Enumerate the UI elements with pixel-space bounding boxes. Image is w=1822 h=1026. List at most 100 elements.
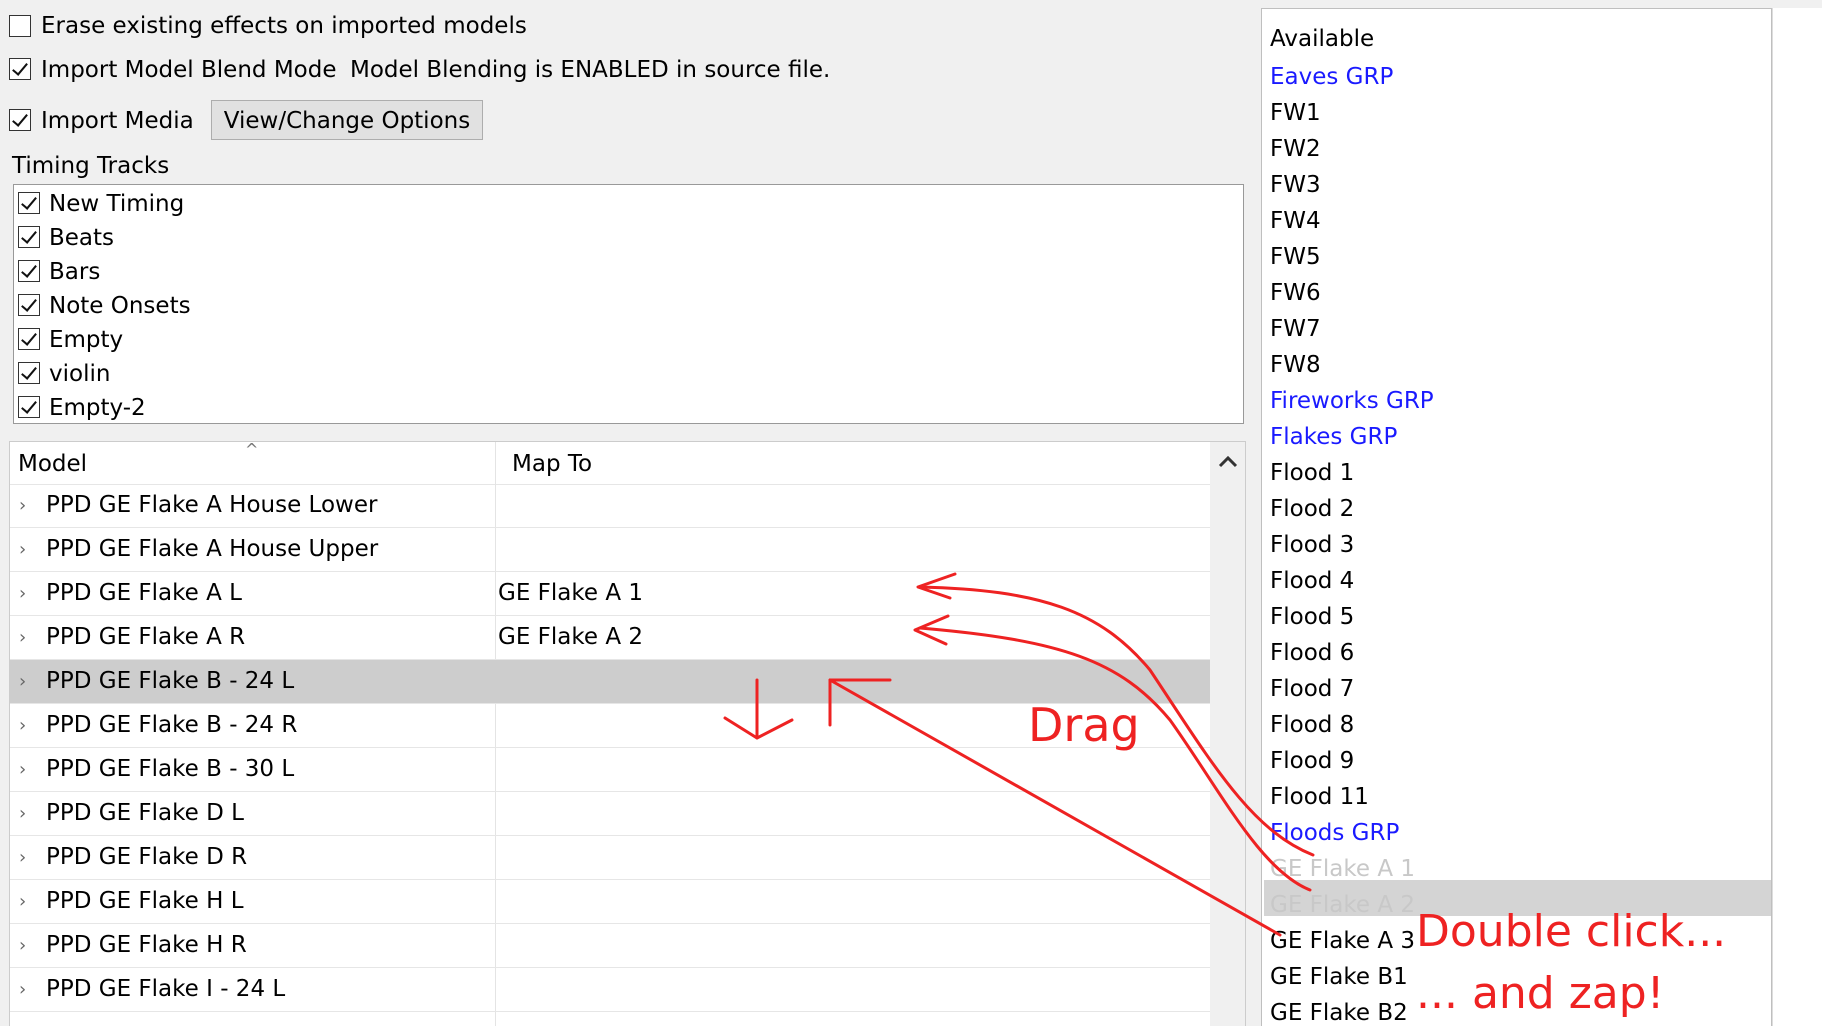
available-model-item[interactable]: Flood 3 (1270, 527, 1354, 563)
sort-ascending-icon: ^ (245, 441, 259, 459)
available-model-item[interactable]: FW7 (1270, 311, 1321, 347)
erase-effects-checkbox[interactable] (9, 15, 31, 37)
timing-track-checkbox[interactable] (18, 294, 40, 316)
grid-row[interactable]: › PPD GE Flake H R (10, 924, 1210, 968)
available-model-item[interactable]: Flood 9 (1270, 743, 1354, 779)
grid-row[interactable]: › PPD GE Flake H L (10, 880, 1210, 924)
available-model-item[interactable]: FW5 (1270, 239, 1321, 275)
map-to-cell[interactable]: GE Flake A 2 (498, 624, 643, 650)
available-model-item[interactable]: FW2 (1270, 131, 1321, 167)
timing-track-checkbox[interactable] (18, 192, 40, 214)
available-model-item[interactable]: Flood 6 (1270, 635, 1354, 671)
model-cell: PPD GE Flake A House Upper (46, 536, 379, 562)
available-model-item[interactable]: Flood 7 (1270, 671, 1354, 707)
model-cell: PPD GE Flake B - 30 L (46, 756, 295, 782)
expand-chevron-icon[interactable]: › (19, 715, 26, 736)
expand-chevron-icon[interactable]: › (19, 495, 26, 516)
expand-chevron-icon[interactable]: › (19, 583, 26, 604)
map-to-column-title: Map To (512, 451, 593, 477)
model-cell: PPD GE Flake A R (46, 624, 246, 650)
timing-track-label: Empty-2 (49, 395, 146, 421)
model-cell: PPD GE Flake H L (46, 888, 244, 914)
drag-annotation: Drag (1028, 698, 1140, 752)
available-model-item[interactable]: Flood 2 (1270, 491, 1354, 527)
available-group-item[interactable]: Flakes GRP (1270, 419, 1397, 455)
import-media-checkbox[interactable] (9, 109, 31, 131)
timing-track-label: Note Onsets (49, 293, 191, 319)
available-model-item[interactable]: Flood 4 (1270, 563, 1354, 599)
grid-row[interactable]: › PPD GE Flake D L (10, 792, 1210, 836)
timing-track-checkbox[interactable] (18, 328, 40, 350)
expand-chevron-icon[interactable]: › (19, 671, 26, 692)
timing-track-label: Beats (49, 225, 115, 251)
available-model-item[interactable]: FW3 (1270, 167, 1321, 203)
model-cell: PPD GE Flake B - 24 R (46, 712, 298, 738)
available-model-item[interactable]: GE Flake A 3 (1270, 923, 1415, 959)
double-click-annotation: Double click... (1416, 906, 1727, 957)
available-model-item[interactable]: FW8 (1270, 347, 1321, 383)
timing-track-checkbox[interactable] (18, 260, 40, 282)
timing-track-label: Bars (49, 259, 101, 285)
available-model-item[interactable]: Flood 11 (1270, 779, 1369, 815)
available-model-item[interactable]: GE Flake B1 (1270, 959, 1408, 995)
timing-tracks-list: New Timing Beats Bars Note Onsets Empty … (13, 184, 1244, 424)
grid-row[interactable]: › PPD GE Flake I - 24 L (10, 968, 1210, 1012)
grid-row[interactable]: › PPD GE Flake A R GE Flake A 2 (10, 616, 1210, 660)
expand-chevron-icon[interactable]: › (19, 803, 26, 824)
timing-track-label: Empty (49, 327, 124, 353)
expand-chevron-icon[interactable]: › (19, 935, 26, 956)
timing-track-checkbox[interactable] (18, 362, 40, 384)
available-list-margin (1772, 8, 1822, 1026)
grid-row[interactable]: › PPD GE Flake A House Upper (10, 528, 1210, 572)
available-model-item[interactable]: Flood 8 (1270, 707, 1354, 743)
grid-row[interactable]: › PPD GE Flake A L GE Flake A 1 (10, 572, 1210, 616)
timing-track-checkbox[interactable] (18, 226, 40, 248)
expand-chevron-icon[interactable]: › (19, 627, 26, 648)
scroll-up-icon[interactable] (1210, 446, 1246, 476)
import-blend-mode-checkbox[interactable] (9, 58, 31, 80)
model-cell: PPD GE Flake A L (46, 580, 242, 606)
map-to-column-header[interactable]: Map To (496, 442, 1210, 485)
available-group-item[interactable]: Floods GRP (1270, 815, 1399, 851)
expand-chevron-icon[interactable]: › (19, 759, 26, 780)
timing-tracks-title: Timing Tracks (12, 153, 170, 179)
available-list-header: Available (1270, 26, 1375, 52)
grid-vertical-scrollbar[interactable] (1210, 442, 1246, 1026)
timing-track-checkbox[interactable] (18, 396, 40, 418)
model-cell: PPD GE Flake D L (46, 800, 244, 826)
zap-annotation: ... and zap! (1416, 968, 1665, 1019)
grid-row[interactable]: › PPD GE Flake A House Lower (10, 484, 1210, 528)
available-model-item[interactable]: FW4 (1270, 203, 1321, 239)
available-model-item[interactable]: Flood 5 (1270, 599, 1354, 635)
model-column-header[interactable]: Model ^ (10, 442, 495, 485)
view-change-options-button[interactable]: View/Change Options (211, 100, 483, 140)
model-column-title: Model (18, 451, 88, 477)
timing-track-label: New Timing (49, 191, 185, 217)
grid-row[interactable]: › PPD GE Flake B - 30 L (10, 748, 1210, 792)
available-model-item[interactable]: Flood 1 (1270, 455, 1354, 491)
map-to-cell[interactable]: GE Flake A 1 (498, 580, 643, 606)
available-used-item[interactable]: GE Flake A 2 (1270, 887, 1415, 923)
import-media-label: Import Media (41, 108, 194, 134)
model-cell: PPD GE Flake D R (46, 844, 248, 870)
timing-track-label: violin (49, 361, 111, 387)
model-cell: PPD GE Flake H R (46, 932, 247, 958)
model-cell: PPD GE Flake B - 24 L (46, 668, 295, 694)
available-used-item[interactable]: GE Flake A 1 (1270, 851, 1415, 887)
available-model-item[interactable]: FW6 (1270, 275, 1321, 311)
erase-effects-label: Erase existing effects on imported model… (41, 13, 527, 39)
expand-chevron-icon[interactable]: › (19, 847, 26, 868)
grid-row[interactable]: › PPD GE Flake D R (10, 836, 1210, 880)
model-cell: PPD GE Flake A House Lower (46, 492, 378, 518)
expand-chevron-icon[interactable]: › (19, 979, 26, 1000)
model-cell: PPD GE Flake I - 24 L (46, 976, 286, 1002)
expand-chevron-icon[interactable]: › (19, 539, 26, 560)
available-model-item[interactable]: FW1 (1270, 95, 1321, 131)
available-model-item[interactable]: GE Flake B2 (1270, 995, 1408, 1026)
available-models-list: Available Eaves GRP FW1 FW2 FW3 FW4 FW5 … (1261, 8, 1772, 1026)
available-group-item[interactable]: Eaves GRP (1270, 59, 1393, 95)
blend-status-text: Model Blending is ENABLED in source file… (350, 57, 831, 83)
expand-chevron-icon[interactable]: › (19, 891, 26, 912)
import-blend-mode-label: Import Model Blend Mode (41, 57, 337, 83)
available-group-item[interactable]: Fireworks GRP (1270, 383, 1434, 419)
